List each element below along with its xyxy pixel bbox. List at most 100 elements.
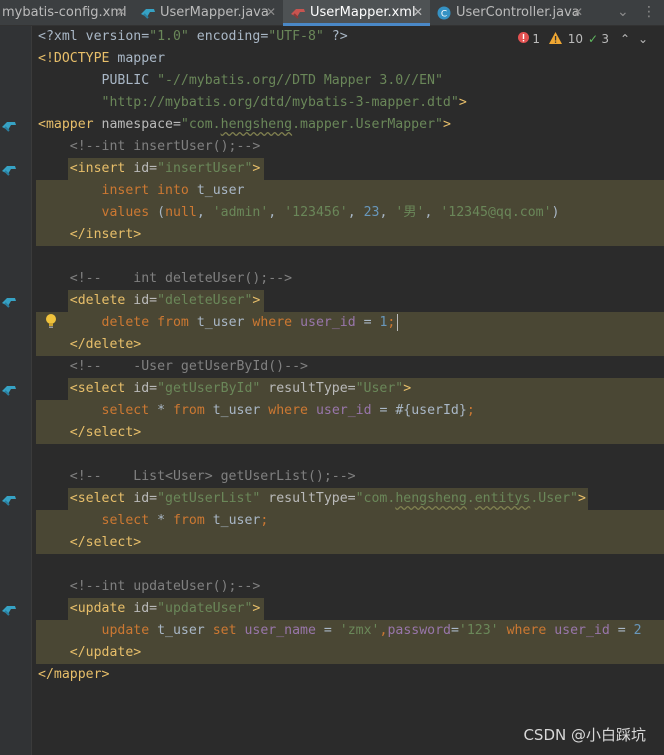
code-token: , <box>196 205 213 220</box>
code-line[interactable]: <!-- List<User> getUserList();--> <box>38 466 356 488</box>
code-token: encoding= <box>188 29 269 44</box>
code-token: = #{userId} <box>371 403 467 418</box>
code-line[interactable]: </update> <box>38 642 141 664</box>
code-line[interactable]: </insert> <box>38 224 141 246</box>
mybatis-navigate-icon[interactable] <box>1 295 17 309</box>
code-token: ; <box>387 315 396 330</box>
code-token: null <box>165 205 197 220</box>
code-line[interactable]: <select id="getUserList" resultType="com… <box>38 488 586 510</box>
tab-mybatis-config-xml[interactable]: mybatis-config.xml ✕ <box>0 0 133 26</box>
chevron-down-icon[interactable]: ⌄ <box>617 0 629 25</box>
code-line[interactable]: insert into t_user <box>38 180 245 202</box>
code-token: = <box>450 623 459 638</box>
code-line[interactable]: <insert id="insertUser"> <box>38 158 261 180</box>
mybatis-navigate-icon[interactable] <box>1 603 17 617</box>
code-token: </update> <box>38 645 142 660</box>
code-line[interactable]: delete from t_user where user_id = 1; <box>38 312 396 334</box>
code-token: t_user <box>188 315 253 330</box>
code-token: <!-- int deleteUser();--> <box>38 271 293 286</box>
code-token: , <box>424 205 441 220</box>
code-line[interactable]: PUBLIC "-//mybatis.org//DTD Mapper 3.0//… <box>38 70 443 92</box>
code-token: t_user <box>188 183 245 198</box>
close-icon[interactable]: ✕ <box>266 0 276 25</box>
code-token: = <box>355 315 380 330</box>
mybatis-xml-icon <box>291 9 305 19</box>
code-line[interactable]: "http://mybatis.org/dtd/mybatis-3-mapper… <box>38 92 467 114</box>
code-line[interactable]: </mapper> <box>38 664 109 686</box>
code-token: > <box>403 381 412 396</box>
code-line[interactable]: update t_user set user_name = 'zmx',pass… <box>38 620 642 642</box>
code-line[interactable]: <mapper namespace="com.hengsheng.mapper.… <box>38 114 451 136</box>
more-icon[interactable]: ⋮ <box>642 0 656 25</box>
code-token: , <box>379 205 396 220</box>
code-line[interactable]: <update id="updateUser"> <box>38 598 261 620</box>
check-icon: ✓ <box>587 32 598 46</box>
tab-usercontroller-java[interactable]: C UserController.java ✕ <box>431 0 586 26</box>
code-token: <select <box>38 381 126 396</box>
code-line[interactable]: select * from t_user where user_id = #{u… <box>38 400 475 422</box>
code-token: 'admin' <box>212 205 269 220</box>
code-token: "com. <box>355 491 396 506</box>
code-token: 23 <box>363 205 380 220</box>
code-token: resultType= <box>260 491 356 506</box>
code-token: id= <box>125 161 158 176</box>
tab-usermapper-xml[interactable]: UserMapper.xml ✕ <box>283 0 430 26</box>
code-line[interactable]: </delete> <box>38 334 141 356</box>
code-token: user_id <box>315 403 372 418</box>
code-token: </delete> <box>38 337 142 352</box>
code-token: <!--int updateUser();--> <box>38 579 261 594</box>
code-token: "http://mybatis.org/dtd/mybatis-3-mapper… <box>101 95 459 110</box>
close-icon[interactable]: ✕ <box>573 0 583 25</box>
code-line[interactable]: </select> <box>38 422 141 444</box>
code-token: user_id <box>554 623 610 638</box>
mybatis-navigate-icon[interactable] <box>1 383 17 397</box>
code-token: <update <box>38 601 126 616</box>
code-token: 'zmx' <box>339 623 380 638</box>
code-token: <!DOCTYPE <box>38 51 110 66</box>
code-token: 2 <box>633 623 642 638</box>
tab-overflow[interactable]: ⌄ ⋮ <box>587 0 664 26</box>
code-token: </select> <box>38 425 142 440</box>
code-line[interactable]: <?xml version="1.0" encoding="UTF-8" ?> <box>38 26 348 48</box>
mybatis-navigate-icon[interactable] <box>1 119 17 133</box>
code-line[interactable]: select * from t_user; <box>38 510 269 532</box>
code-line[interactable]: <delete id="deleteUser"> <box>38 290 261 312</box>
mybatis-navigate-icon[interactable] <box>1 493 17 507</box>
mybatis-navigate-icon[interactable] <box>1 163 17 177</box>
lightbulb-icon[interactable] <box>44 313 58 329</box>
code-token: entitys <box>474 491 531 506</box>
code-line[interactable]: </select> <box>38 532 141 554</box>
code-line[interactable]: <!-- -User getUserById()--> <box>38 356 308 378</box>
code-line[interactable]: <!DOCTYPE mapper <box>38 48 165 70</box>
code-token: where <box>252 315 293 330</box>
code-token: </select> <box>38 535 142 550</box>
code-line[interactable]: <!-- int deleteUser();--> <box>38 268 292 290</box>
close-icon[interactable]: ✕ <box>413 0 423 25</box>
code-token: mapper <box>109 51 166 66</box>
code-line[interactable]: values (null, 'admin', '123456', 23, '男'… <box>38 202 560 224</box>
overflow-tab-icon <box>599 7 605 19</box>
code-token: <insert <box>38 161 126 176</box>
previous-highlight-icon[interactable]: ⌃ <box>620 32 630 46</box>
code-line[interactable]: <!--int insertUser();--> <box>38 136 261 158</box>
code-token: update <box>101 623 150 638</box>
code-token: <select <box>38 491 126 506</box>
svg-text:C: C <box>441 10 447 20</box>
code-token: .User" <box>530 491 578 506</box>
code-editor[interactable]: <?xml version="1.0" encoding="UTF-8" ?> <… <box>32 26 664 755</box>
ok-count: 3 <box>601 32 609 46</box>
code-line[interactable]: <select id="getUserById" resultType="Use… <box>38 378 411 400</box>
warning-icon <box>549 32 562 47</box>
code-token: "com. <box>180 117 221 132</box>
code-token: </insert> <box>38 227 142 242</box>
code-token: <mapper <box>38 117 94 132</box>
code-token: "getUserById" <box>157 381 261 396</box>
close-icon[interactable]: ✕ <box>116 0 126 25</box>
next-highlight-icon[interactable]: ⌄ <box>638 32 648 46</box>
code-line[interactable]: <!--int updateUser();--> <box>38 576 261 598</box>
tab-usermapper-java[interactable]: UserMapper.java ✕ <box>134 0 283 26</box>
